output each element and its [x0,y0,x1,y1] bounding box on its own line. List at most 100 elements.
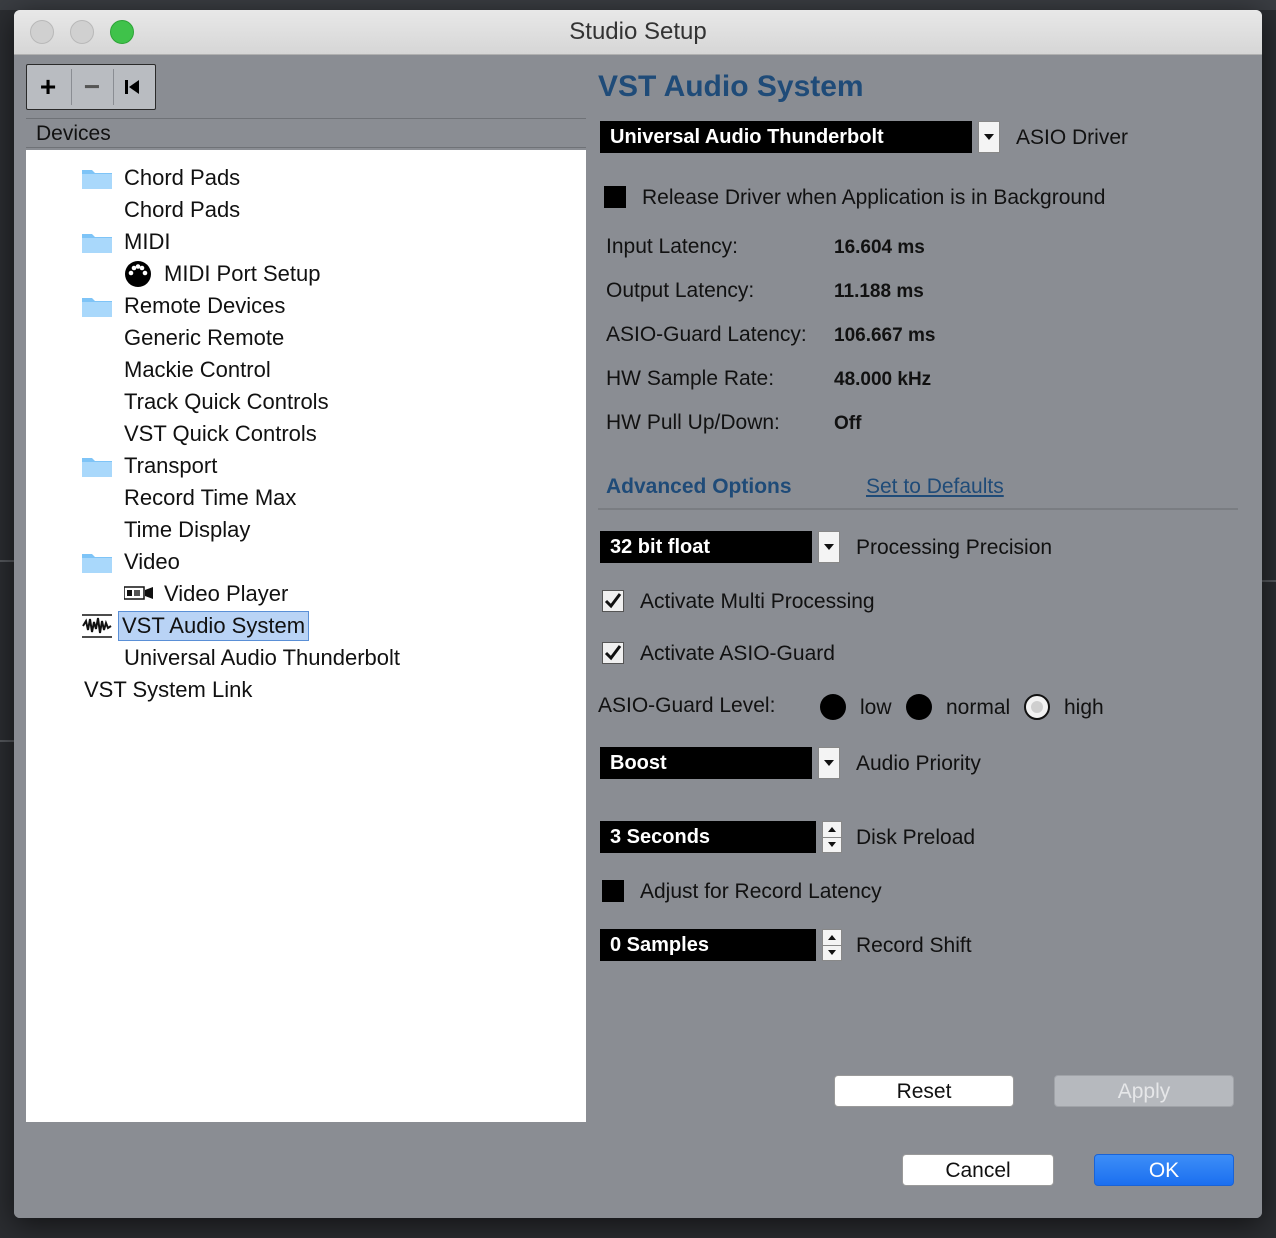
tree-item-label: Universal Audio Thunderbolt [124,645,400,670]
tree-item-label: MIDI Port Setup [164,261,321,286]
audio-waveform-icon [82,614,112,638]
tree-item-label: Track Quick Controls [124,389,329,414]
folder-icon [82,298,112,317]
asio-driver-dropdown-button[interactable] [978,121,1000,153]
output-latency-value: 11.188 ms [834,281,924,302]
tree-item-track-quick-controls[interactable]: Track Quick Controls [124,387,329,417]
set-to-defaults-link[interactable]: Set to Defaults [866,475,1004,499]
hw-pull-value: Off [834,413,862,434]
stepper-up-icon[interactable] [823,930,841,946]
apply-button[interactable]: Apply [1054,1075,1234,1107]
folder-icon [82,554,112,573]
tree-item-label: MIDI [124,229,171,254]
background-divider [0,740,14,742]
background-app [0,0,1276,10]
tree-item-label: Chord Pads [124,197,241,222]
video-player-icon [124,586,153,600]
add-device-button[interactable]: + [29,69,67,105]
guard-level-low-label: low [860,696,892,719]
tree-item-mackie-control[interactable]: Mackie Control [124,355,271,385]
folder-icon [82,170,112,189]
chevron-down-icon [824,760,834,766]
processing-precision-label: Processing Precision [856,536,1053,559]
background-divider [0,560,14,562]
tree-item-label: Record Time Max [124,485,297,510]
toolbar-separator [71,69,72,105]
guard-level-high-radio[interactable] [1024,694,1050,720]
stepper-down-icon[interactable] [823,837,841,852]
record-latency-label: Adjust for Record Latency [640,880,882,903]
disk-preload-field[interactable]: 3 Seconds [600,821,816,853]
background-divider [1262,580,1276,582]
record-shift-label: Record Shift [856,934,972,957]
stepper-up-icon[interactable] [823,822,841,838]
hw-sample-rate-value: 48.000 kHz [834,369,932,390]
tree-item-record-time-max[interactable]: Record Time Max [124,483,296,513]
tree-item-vst-quick-controls[interactable]: VST Quick Controls [124,419,317,449]
devices-toolbar: + − [26,64,156,110]
tree-item-label: Chord Pads [124,165,241,190]
devices-tree: Chord Pads Chord Pads MIDI MIDI Port Set… [26,150,586,1122]
tree-item-generic-remote[interactable]: Generic Remote [124,323,284,353]
skip-back-icon [125,80,139,94]
tree-item-label: Generic Remote [124,325,285,350]
guard-level-normal-label: normal [946,696,1011,719]
processing-precision-dropdown-button[interactable] [818,531,840,563]
output-latency-label: Output Latency: [606,279,755,302]
asio-guard-latency-value: 106.667 ms [834,325,936,346]
midi-port-icon [125,261,151,287]
audio-priority-dropdown-button[interactable] [818,747,840,779]
asio-driver-select[interactable]: Universal Audio Thunderbolt [600,121,972,153]
advanced-options-label: Advanced Options [606,475,792,498]
tree-item-label: VST System Link [84,677,253,702]
tree-item-label: Video Player [164,581,289,606]
release-driver-label: Release Driver when Application is in Ba… [642,186,1106,209]
disk-preload-label: Disk Preload [856,826,976,849]
record-shift-stepper[interactable] [822,929,842,961]
tree-item-label: Transport [124,453,218,478]
tree-item-label: Time Display [124,517,251,542]
dialog-footer: Cancel OK [14,1132,1262,1218]
input-latency-value: 16.604 ms [834,237,925,258]
tree-item-label: VST Quick Controls [124,421,317,446]
panel-title: VST Audio System [598,70,864,103]
tree-item-label: Video [124,549,180,574]
remove-device-button[interactable]: − [73,69,111,105]
disk-preload-stepper[interactable] [822,821,842,853]
audio-priority-label: Audio Priority [856,752,981,775]
tree-item-label: Mackie Control [124,357,271,382]
tree-item-label-selected: VST Audio System [118,611,310,641]
processing-precision-select[interactable]: 32 bit float [600,531,812,563]
record-latency-checkbox[interactable] [602,880,624,902]
folder-icon [82,234,112,253]
release-driver-checkbox[interactable] [604,186,626,208]
remove-device-label: − [83,71,101,102]
multi-processing-checkbox[interactable] [602,590,624,612]
cancel-button[interactable]: Cancel [902,1154,1054,1186]
chevron-down-icon [984,134,994,140]
guard-level-high-label: high [1064,696,1104,719]
title-bar: Studio Setup [14,10,1262,55]
stepper-down-icon[interactable] [823,945,841,960]
tree-item-chord-pads[interactable]: Chord Pads [124,195,240,225]
asio-guard-latency-label: ASIO-Guard Latency: [606,323,807,346]
folder-icon [82,458,112,477]
tree-item-time-display[interactable]: Time Display [124,515,250,545]
devices-header: Devices [26,118,586,148]
ok-button[interactable]: OK [1094,1154,1234,1186]
asio-guard-label: Activate ASIO-Guard [640,642,835,665]
reset-button[interactable]: Reset [834,1075,1014,1107]
asio-guard-checkbox[interactable] [602,642,624,664]
checkmark-icon [604,645,622,661]
audio-priority-select[interactable]: Boost [600,747,812,779]
tree-item-vst-system-link[interactable]: VST System Link [84,675,252,705]
checkmark-icon [604,593,622,609]
window-title: Studio Setup [569,18,707,45]
input-latency-label: Input Latency: [606,235,738,258]
guard-level-low-radio[interactable] [820,694,846,720]
hw-sample-rate-label: HW Sample Rate: [606,367,775,390]
tree-item-universal-audio-thunderbolt[interactable]: Universal Audio Thunderbolt [124,643,400,673]
record-shift-field[interactable]: 0 Samples [600,929,816,961]
reset-device-button[interactable] [113,69,151,105]
guard-level-normal-radio[interactable] [906,694,932,720]
